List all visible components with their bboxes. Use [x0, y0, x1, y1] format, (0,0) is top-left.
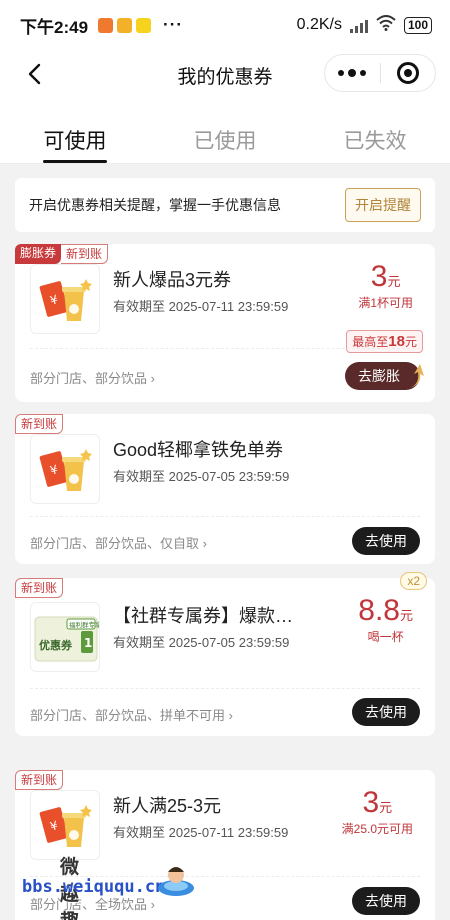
multiplier-badge: x2: [400, 572, 427, 590]
coupon-unit: 元: [379, 800, 393, 815]
status-time: 下午2:49: [20, 17, 89, 37]
app-notification-icon: [136, 17, 152, 33]
coupon-validity: 有效期至 2025-07-05 23:59:59: [113, 635, 290, 650]
coupon-amount: 8.8: [358, 594, 400, 627]
reminder-banner: 开启优惠券相关提醒，掌握一手优惠信息 开启提醒: [15, 178, 435, 232]
coupon-scope[interactable]: 部分门店、部分饮品 ›: [30, 368, 155, 387]
chevron-right-icon: ›: [150, 371, 155, 386]
coupon-value: 3元 满25.0元可用: [342, 786, 413, 837]
nav-bar: 我的优惠券: [0, 50, 450, 100]
coupon-condition: 满1杯可用: [358, 296, 413, 310]
coupon-amount: 3: [370, 260, 388, 293]
coupon-drink-image: ¥: [30, 790, 100, 860]
chevron-left-icon: [28, 63, 41, 85]
coupon-unit: 元: [399, 608, 413, 623]
svg-text:福利群专享: 福利群专享: [69, 620, 100, 629]
coupon-scope[interactable]: 部分门店、部分饮品、拼单不可用 ›: [30, 705, 233, 724]
target-icon: [396, 62, 419, 84]
coupon-drink-image: ¥: [30, 434, 100, 504]
chevron-right-icon: ›: [150, 897, 155, 912]
coupon-card[interactable]: 新到账 ¥ Good轻椰拿铁免单券 有效期至 2025-07-05 23:59:…: [15, 414, 435, 564]
more-notifications-icon: ···: [163, 15, 184, 34]
coupon-scope[interactable]: 部分门店、部分饮品、仅自取 ›: [30, 533, 207, 552]
coupon-card[interactable]: 新到账 x2 1 福利群专享 优惠券 【社群专属券】爆款… 有效期至 2025-…: [15, 572, 435, 736]
coupon-value: 8.8元 喝一杯: [358, 594, 413, 645]
new-arrival-tag: 新到账: [15, 414, 64, 434]
signal-icon: [349, 17, 368, 33]
coupon-value: 3元 满1杯可用: [358, 260, 413, 311]
coupon-amount: 3: [362, 786, 380, 819]
more-options-button[interactable]: [325, 55, 380, 91]
coupon-unit: 元: [387, 274, 401, 289]
svg-text:1: 1: [84, 636, 92, 650]
status-bar: 下午2:49 ··· 0.2K/s 100: [0, 0, 450, 50]
coupon-title: 新人爆品3元券: [113, 270, 232, 290]
coupon-condition: 喝一杯: [367, 630, 404, 644]
chevron-right-icon: ›: [202, 536, 207, 551]
new-arrival-tag: 新到账: [15, 578, 64, 598]
coupon-validity: 有效期至 2025-07-11 23:59:59: [113, 825, 289, 840]
coupon-condition: 满25.0元可用: [341, 822, 413, 836]
network-speed: 0.2K/s: [296, 16, 342, 33]
coupon-title: 新人满25-3元: [113, 796, 222, 816]
new-arrival-tag: 新到账: [15, 770, 64, 790]
coupon-validity: 有效期至 2025-07-05 23:59:59: [113, 469, 290, 484]
tab-used[interactable]: 已使用: [150, 100, 300, 163]
coupon-title: Good轻椰拿铁免单券: [113, 440, 284, 460]
enable-reminder-button[interactable]: 开启提醒: [345, 188, 421, 222]
use-coupon-button[interactable]: 去使用: [352, 527, 420, 555]
arrow-icon: [410, 364, 424, 388]
coupon-drink-image: ¥: [30, 264, 100, 334]
wifi-icon: [376, 14, 396, 36]
app-notification-icon: [98, 17, 114, 33]
coupon-tabs: 可使用 已使用 已失效: [0, 100, 450, 164]
coupon-validity: 有效期至 2025-07-11 23:59:59: [113, 299, 289, 314]
close-miniprogram-button[interactable]: [380, 55, 435, 91]
tab-expired[interactable]: 已失效: [300, 100, 450, 163]
miniprogram-capsule: [324, 54, 436, 92]
watermark-url: bbs.weiququ.cn: [22, 877, 166, 897]
expand-button[interactable]: 去膨胀: [345, 362, 424, 390]
watermark-mascot-icon: [158, 867, 194, 896]
battery-icon: 100: [403, 16, 432, 34]
reminder-text: 开启优惠券相关提醒，掌握一手优惠信息: [29, 197, 281, 213]
chevron-right-icon: ›: [228, 708, 233, 723]
tab-available[interactable]: 可使用: [0, 100, 150, 163]
app-notification-icon: [117, 17, 133, 33]
coupon-title: 【社群专属券】爆款…: [113, 606, 293, 626]
coupon-voucher-image: 1 福利群专享 优惠券: [30, 602, 100, 672]
svg-text:优惠券: 优惠券: [39, 638, 73, 652]
new-arrival-tag: 新到账: [61, 244, 109, 264]
use-coupon-button[interactable]: 去使用: [352, 698, 420, 726]
max-value-badge: 最高至18元: [346, 330, 423, 353]
expand-coupon-tag: 膨胀券: [15, 244, 62, 264]
coupon-card[interactable]: 膨胀券 新到账 ¥ 新人爆品3元券 有效期至 2025-07-11 23:59:…: [15, 244, 435, 402]
use-coupon-button[interactable]: 去使用: [352, 887, 420, 915]
back-button[interactable]: [16, 56, 52, 92]
